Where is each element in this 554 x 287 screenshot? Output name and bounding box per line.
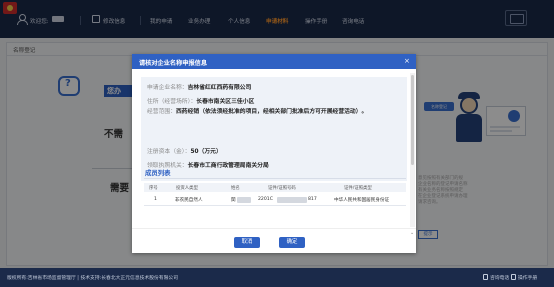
footer-manual-link[interactable]: 操作手册: [518, 274, 537, 281]
dialog-footer-divider: [132, 228, 416, 229]
col-id-type: 证件/证照类型: [344, 186, 372, 191]
company-info-box: 申请企业名称：吉林省红红西药有限公司 住所（经营场所）：长春市南关区三佳小区 经…: [141, 77, 407, 181]
manual-icon: [511, 274, 516, 280]
capital-label: 注册资本（金）：: [147, 149, 191, 155]
confirm-button[interactable]: 确定: [279, 237, 305, 248]
member-type: 非农民自然人: [175, 198, 203, 203]
capital-value: 50（万元）: [190, 149, 222, 155]
col-index: 序号: [149, 186, 158, 191]
footer-consult-link[interactable]: 咨询电话: [490, 274, 509, 281]
members-table-header: 序号 投资人类型 姓名 证件/证照号码 证件/证照类型: [144, 183, 406, 192]
close-icon[interactable]: ×: [404, 57, 410, 65]
phone-icon: [483, 274, 488, 280]
col-id-number: 证件/证照号码: [268, 186, 296, 191]
footer-bar: 版权所有:吉林省市场监督管理厅 | 技术支持:长春北大正元信息技术股份有限公司 …: [0, 268, 554, 287]
table-row-divider: [144, 205, 406, 206]
member-name-redacted: [237, 197, 251, 203]
company-name-label: 申请企业名称：: [147, 85, 188, 91]
member-id-prefix: 2201C: [258, 197, 273, 202]
dialog-body[interactable]: 申请企业名称：吉林省红红西药有限公司 住所（经营场所）：长春市南关区三佳小区 经…: [136, 73, 410, 227]
members-list-title: 成员列表: [145, 169, 171, 177]
dialog-title: 请核对企业名称申报信息: [139, 60, 208, 67]
cancel-button[interactable]: 取消: [234, 237, 260, 248]
capital-row: 注册资本（金）：50（万元）: [147, 146, 222, 155]
scroll-down-icon[interactable]: ⌄: [410, 230, 414, 236]
dialog-header: 请核对企业名称申报信息 ×: [132, 54, 416, 69]
member-id-type: 中华人民共和国居民身份证: [334, 198, 390, 203]
company-name-value: 吉林省红红西药有限公司: [187, 85, 252, 91]
footer-copyright: 版权所有:吉林省市场监督管理厅 | 技术支持:长春北大正元信息技术股份有限公司: [7, 276, 178, 281]
members-divider: [144, 178, 406, 179]
address-value: 长春市南关区三佳小区: [196, 99, 255, 105]
col-investor-type: 投资人类型: [176, 186, 198, 191]
address-label: 住所（经营场所）：: [147, 99, 197, 105]
member-id-suffix: 817: [308, 197, 317, 202]
business-scope-value: 西药经销（依法须经批准的项目，经相关部门批准后方可开展经营活动）。: [176, 109, 368, 115]
member-index: 1: [154, 197, 157, 202]
business-scope-label: 经营范围：: [147, 109, 176, 115]
member-name: 関: [231, 198, 236, 203]
business-scope-row: 经营范围：西药经销（依法须经批准的项目，经相关部门批准后方可开展经营活动）。: [147, 108, 403, 118]
col-name: 姓名: [231, 186, 240, 191]
scrollbar-thumb[interactable]: [411, 75, 414, 165]
address-row: 住所（经营场所）：长春市南关区三佳小区: [147, 96, 254, 105]
authority-value: 长春市工商行政管理局南关分局: [187, 163, 269, 169]
confirm-company-info-dialog: 请核对企业名称申报信息 × 申请企业名称：吉林省红红西药有限公司 住所（经营场所…: [132, 54, 416, 253]
member-id-redacted: [277, 197, 307, 203]
company-name-row: 申请企业名称：吉林省红红西药有限公司: [147, 82, 251, 91]
